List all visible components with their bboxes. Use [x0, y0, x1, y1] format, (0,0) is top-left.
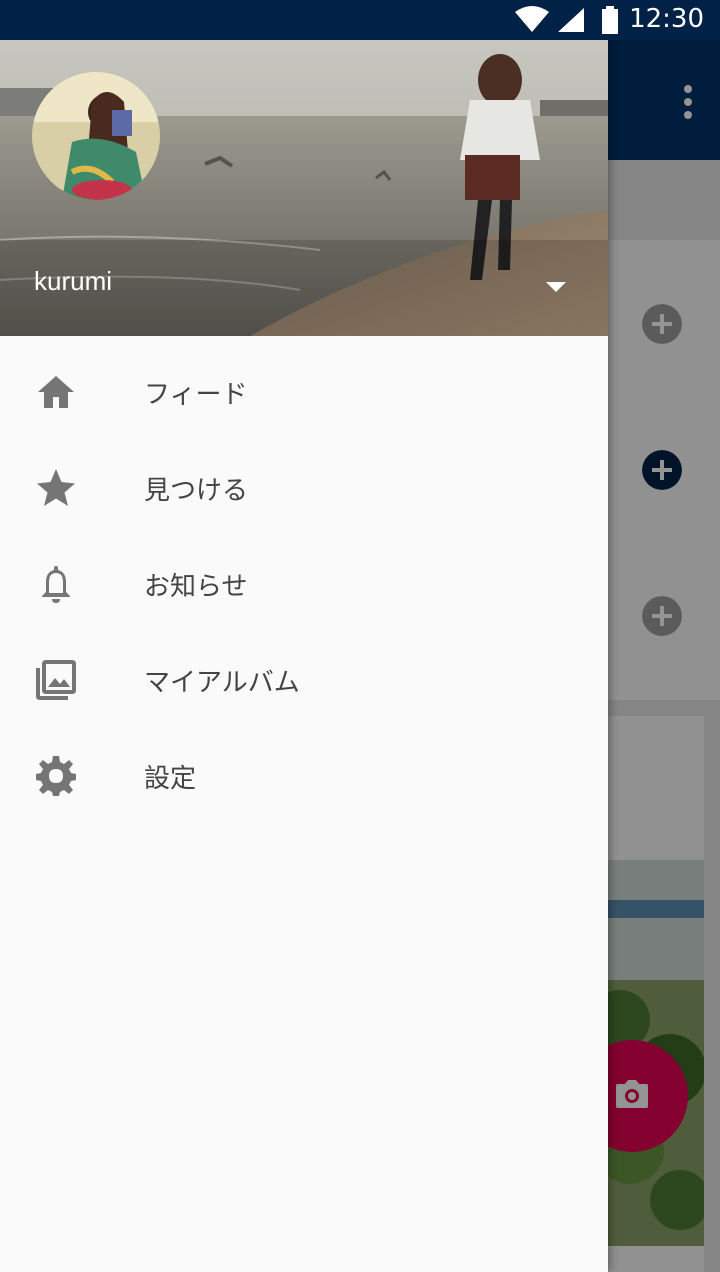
avatar[interactable] — [32, 72, 160, 200]
clock: 12:30 — [629, 4, 704, 34]
wifi-icon — [515, 6, 549, 32]
drawer-header: kurumi — [0, 40, 608, 336]
account-username: kurumi — [34, 266, 113, 296]
drawer-item-settings[interactable]: 設定 — [0, 728, 608, 824]
drawer-menu: フィード 見つける お知らせ マイアルバム 設定 — [0, 344, 608, 824]
drawer-item-notifications[interactable]: お知らせ — [0, 536, 608, 632]
drawer-item-label: お知らせ — [144, 572, 248, 602]
gear-icon — [36, 756, 76, 796]
bell-icon — [42, 566, 70, 603]
status-bar: 12:30 — [0, 0, 720, 40]
photo-library-icon — [36, 660, 76, 700]
drawer-item-my-album[interactable]: マイアルバム — [0, 632, 608, 728]
star-icon — [37, 469, 75, 506]
drawer-item-label: 設定 — [144, 764, 197, 794]
drawer-item-feed[interactable]: フィード — [0, 344, 608, 440]
navigation-drawer: kurumi フィード 見つける お知らせ マイアルバム 設定 — [0, 40, 608, 1272]
drawer-item-label: 見つける — [144, 476, 249, 506]
drawer-item-discover[interactable]: 見つける — [0, 440, 608, 536]
home-icon — [38, 376, 74, 408]
drawer-item-label: マイアルバム — [144, 668, 300, 698]
signal-icon — [558, 8, 584, 32]
battery-icon — [602, 6, 618, 34]
drawer-item-label: フィード — [144, 380, 248, 410]
chevron-down-icon[interactable] — [542, 280, 570, 294]
